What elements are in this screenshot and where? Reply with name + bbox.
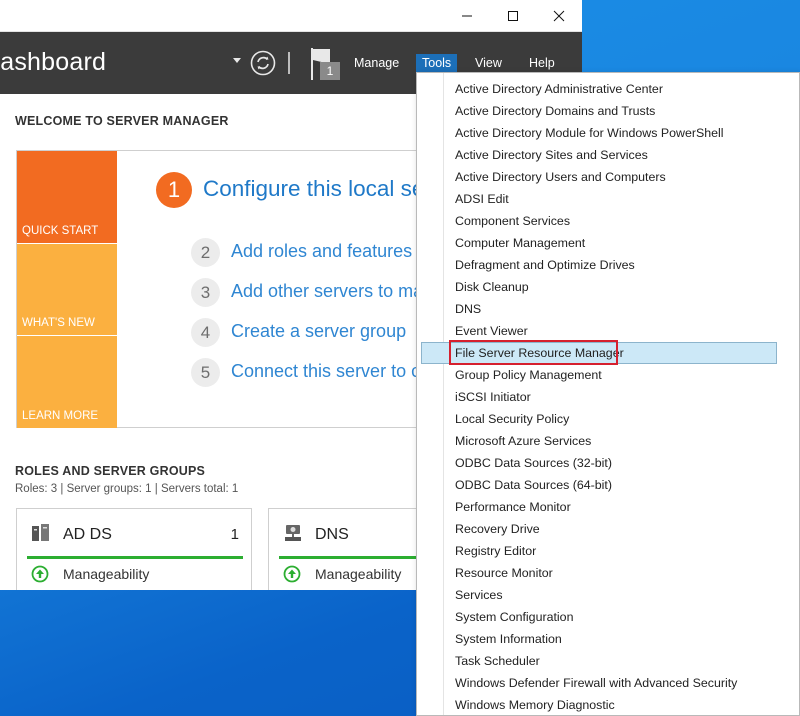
- tools-item-task-scheduler[interactable]: Task Scheduler: [421, 650, 777, 672]
- role-card-title: DNS: [315, 526, 349, 543]
- tools-item-defragment[interactable]: Defragment and Optimize Drives: [421, 254, 777, 276]
- tools-item-azure-services[interactable]: Microsoft Azure Services: [421, 430, 777, 452]
- close-button[interactable]: [536, 0, 582, 32]
- tile-whats-new[interactable]: WHAT'S NEW: [17, 244, 117, 335]
- header-separator: [288, 52, 290, 74]
- page-title: Dashboard: [0, 48, 107, 76]
- role-card-count: 1: [230, 526, 239, 543]
- tools-item-group-policy[interactable]: Group Policy Management: [421, 364, 777, 386]
- tools-item-system-configuration[interactable]: System Configuration: [421, 606, 777, 628]
- tools-item-performance-monitor[interactable]: Performance Monitor: [421, 496, 777, 518]
- menu-view[interactable]: View: [469, 54, 508, 72]
- role-card-status-label[interactable]: Manageability: [315, 566, 401, 582]
- tools-item-iscsi-initiator[interactable]: iSCSI Initiator: [421, 386, 777, 408]
- tools-item-adsi-edit[interactable]: ADSI Edit: [421, 188, 777, 210]
- tools-item-ad-users-computers[interactable]: Active Directory Users and Computers: [421, 166, 777, 188]
- tools-item-defender-firewall[interactable]: Windows Defender Firewall with Advanced …: [421, 672, 777, 694]
- welcome-section-title: WELCOME TO SERVER MANAGER: [15, 114, 229, 128]
- tools-item-local-security-policy[interactable]: Local Security Policy: [421, 408, 777, 430]
- tools-item-registry-editor[interactable]: Registry Editor: [421, 540, 777, 562]
- tools-item-memory-diagnostic[interactable]: Windows Memory Diagnostic: [421, 694, 777, 715]
- tools-item-ad-admin-center[interactable]: Active Directory Administrative Center: [421, 78, 777, 100]
- title-bar: [0, 0, 582, 32]
- menu-manage[interactable]: Manage: [348, 54, 405, 72]
- tools-item-component-services[interactable]: Component Services: [421, 210, 777, 232]
- roles-summary: Roles: 3 | Server groups: 1 | Servers to…: [15, 483, 239, 495]
- tools-item-system-information[interactable]: System Information: [421, 628, 777, 650]
- tile-learn-more[interactable]: LEARN MORE: [17, 336, 117, 428]
- maximize-button[interactable]: [490, 0, 536, 32]
- tools-item-ad-sites-services[interactable]: Active Directory Sites and Services: [421, 144, 777, 166]
- dns-role-icon: [285, 525, 301, 541]
- tools-item-dns[interactable]: DNS: [421, 298, 777, 320]
- step-2-number: 2: [191, 238, 220, 267]
- tools-item-file-server-resource-manager[interactable]: File Server Resource Manager: [421, 342, 777, 364]
- refresh-icon[interactable]: [250, 50, 276, 76]
- dropdown-caret-icon[interactable]: [233, 58, 241, 63]
- tools-item-ad-domains-trusts[interactable]: Active Directory Domains and Trusts: [421, 100, 777, 122]
- tools-item-recovery-drive[interactable]: Recovery Drive: [421, 518, 777, 540]
- step-2-link[interactable]: Add roles and features: [231, 241, 412, 262]
- menu-tools[interactable]: Tools: [416, 54, 458, 72]
- step-3-number: 3: [191, 278, 220, 307]
- tools-dropdown-menu: Active Directory Administrative Center A…: [416, 72, 800, 716]
- role-card-status-bar: [27, 556, 243, 559]
- tools-item-ad-powershell-module[interactable]: Active Directory Module for Windows Powe…: [421, 122, 777, 144]
- minimize-button[interactable]: [444, 0, 490, 32]
- step-4-number: 4: [191, 318, 220, 347]
- tools-item-event-viewer[interactable]: Event Viewer: [421, 320, 777, 342]
- tile-quick-start[interactable]: QUICK START: [17, 151, 117, 243]
- tools-item-computer-management[interactable]: Computer Management: [421, 232, 777, 254]
- roles-section-title: ROLES AND SERVER GROUPS: [15, 464, 206, 478]
- notification-count-badge: 1: [320, 62, 340, 80]
- tools-item-services[interactable]: Services: [421, 584, 777, 606]
- role-card-status-label[interactable]: Manageability: [63, 566, 149, 582]
- menu-help[interactable]: Help: [523, 54, 561, 72]
- role-card-title: AD DS: [63, 526, 112, 543]
- maximize-icon: [508, 11, 518, 21]
- minimize-icon: [462, 15, 472, 17]
- tools-item-odbc-32[interactable]: ODBC Data Sources (32-bit): [421, 452, 777, 474]
- tools-item-disk-cleanup[interactable]: Disk Cleanup: [421, 276, 777, 298]
- step-4-link[interactable]: Create a server group: [231, 321, 406, 342]
- up-arrow-status-icon: [31, 565, 49, 583]
- tools-item-odbc-64[interactable]: ODBC Data Sources (64-bit): [421, 474, 777, 496]
- role-card-ad-ds[interactable]: AD DS 1 Manageability: [16, 508, 252, 590]
- tools-item-resource-monitor[interactable]: Resource Monitor: [421, 562, 777, 584]
- step-5-number: 5: [191, 358, 220, 387]
- ad-ds-role-icon: [32, 524, 49, 541]
- step-1-number: 1: [156, 172, 192, 208]
- up-arrow-status-icon: [283, 565, 301, 583]
- close-icon: [553, 10, 565, 22]
